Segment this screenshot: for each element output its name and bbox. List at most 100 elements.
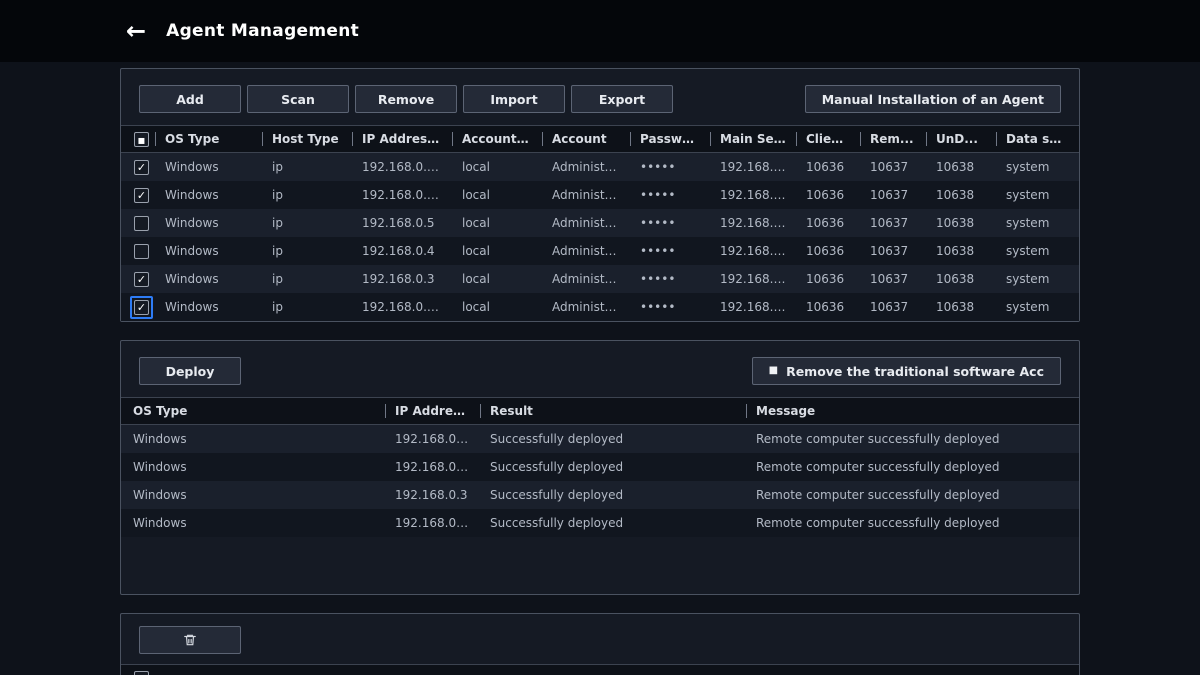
cell-result: Successfully deployed (490, 432, 624, 446)
cell-os_type: Windows (133, 488, 187, 502)
deploy-toolbar: Deploy ■ Remove the traditional software… (121, 341, 1079, 397)
agent-row[interactable]: Windows ip 192.168.0.14 local Administrator •… (121, 293, 1079, 321)
cell-account: Administrator (552, 188, 630, 202)
row-checkbox[interactable] (134, 272, 149, 287)
column-header-client[interactable]: Clien... (796, 126, 860, 152)
column-header-host-type[interactable]: Host Type (262, 126, 352, 152)
cell-client_port: 10636 (806, 216, 845, 230)
select-all-checkbox[interactable] (134, 132, 149, 147)
square-icon: ■ (768, 365, 779, 376)
cell-account_type: local (462, 300, 490, 314)
bottom-toolbar (121, 614, 1079, 664)
deploy-row[interactable]: Windows 192.168.0.13 Successfully deployed… (121, 453, 1079, 481)
row-checkbox[interactable] (134, 216, 149, 231)
remove-button[interactable]: Remove (355, 85, 457, 113)
row-checkbox[interactable] (134, 244, 149, 259)
cell-main_server: 192.168.0.9 (720, 160, 793, 174)
column-header-message[interactable]: Message (746, 398, 1079, 424)
agent-row[interactable]: Windows ip 192.168.0.3 local Administrator ••… (121, 265, 1079, 293)
agents-table-header: OS Type Host Type IP Address/... Account… (121, 125, 1079, 153)
cell-message: Remote computer successfully deployed (756, 516, 1000, 530)
cell-client_port: 10636 (806, 300, 845, 314)
checkbox-wrap (130, 268, 153, 291)
cell-host_type: ip (272, 216, 283, 230)
agent-row[interactable]: Windows ip 192.168.0.4 local Administrator ••… (121, 237, 1079, 265)
cell-data_source: system (1006, 216, 1050, 230)
cell-host_type: ip (272, 160, 283, 174)
column-header-ip-address[interactable]: IP Address/... (352, 126, 452, 152)
cell-und_port: 10638 (936, 188, 975, 202)
manual-install-button[interactable]: Manual Installation of an Agent (804, 85, 1061, 113)
cell-data_source: system (1006, 272, 1050, 286)
cell-remote_port: 10637 (870, 244, 909, 258)
scan-button[interactable]: Scan (247, 85, 349, 113)
column-header-password[interactable]: Passwo... (630, 126, 710, 152)
agents-panel: Add Scan Remove Import Export Manual Ins… (120, 68, 1080, 322)
checkbox-cell (121, 265, 155, 293)
cell-main_server: 192.168.0.9 (720, 216, 793, 230)
deploy-button[interactable]: Deploy (139, 357, 241, 385)
column-header-und[interactable]: UnD... (926, 126, 996, 152)
bottom-table-header (121, 664, 1079, 675)
row-checkbox[interactable] (134, 300, 149, 315)
checkbox-cell (121, 181, 155, 209)
column-header-os-type[interactable]: OS Type (121, 398, 385, 424)
bottom-select-all-cell (121, 665, 155, 675)
cell-account: Administrator (552, 160, 630, 174)
cell-password: ••••• (640, 160, 676, 174)
column-header-account[interactable]: Account (542, 126, 630, 152)
import-button[interactable]: Import (463, 85, 565, 113)
remove-traditional-button[interactable]: ■ Remove the traditional software Acc (751, 357, 1061, 385)
page-title: Agent Management (166, 21, 360, 41)
checkbox-cell (121, 293, 155, 321)
cell-und_port: 10638 (936, 272, 975, 286)
cell-main_server: 192.168.0.9 (720, 244, 793, 258)
cell-account_type: local (462, 160, 490, 174)
delete-button[interactable] (139, 626, 241, 654)
back-arrow-icon[interactable]: ← (126, 19, 146, 43)
column-header-ip-address[interactable]: IP Address... (385, 398, 480, 424)
cell-client_port: 10636 (806, 160, 845, 174)
column-header-os-type[interactable]: OS Type (155, 126, 262, 152)
column-header-rem[interactable]: Rem... (860, 126, 926, 152)
row-checkbox[interactable] (134, 188, 149, 203)
cell-data_source: system (1006, 188, 1050, 202)
deploy-row[interactable]: Windows 192.168.0.3 Successfully deployed R… (121, 481, 1079, 509)
row-checkbox[interactable] (134, 160, 149, 175)
cell-main_server: 192.168.0.9 (720, 188, 793, 202)
agents-table-body: Windows ip 192.168.0.12 local Administrator •… (121, 153, 1079, 321)
cell-result: Successfully deployed (490, 460, 624, 474)
checkbox-wrap (130, 184, 153, 207)
bottom-select-all-checkbox[interactable] (134, 671, 149, 675)
cell-ip: 192.168.0.14 (362, 300, 443, 314)
cell-account_type: local (462, 216, 490, 230)
cell-ip: 192.168.0.12 (362, 160, 443, 174)
cell-password: ••••• (640, 188, 676, 202)
bottom-panel (120, 613, 1080, 675)
agent-row[interactable]: Windows ip 192.168.0.5 local Administrator ••… (121, 209, 1079, 237)
agent-row[interactable]: Windows ip 192.168.0.13 local Administrator •… (121, 181, 1079, 209)
cell-os_type: Windows (133, 516, 187, 530)
cell-host_type: ip (272, 188, 283, 202)
add-button[interactable]: Add (139, 85, 241, 113)
deploy-row[interactable]: Windows 192.168.0.14 Successfully deployed… (121, 509, 1079, 537)
cell-remote_port: 10637 (870, 160, 909, 174)
column-header-data-source[interactable]: Data so... (996, 126, 1079, 152)
cell-account_type: local (462, 244, 490, 258)
cell-message: Remote computer successfully deployed (756, 460, 1000, 474)
cell-data_source: system (1006, 244, 1050, 258)
agent-row[interactable]: Windows ip 192.168.0.12 local Administrator •… (121, 153, 1079, 181)
column-header-main-server[interactable]: Main Ser... (710, 126, 796, 152)
column-header-result[interactable]: Result (480, 398, 746, 424)
export-button[interactable]: Export (571, 85, 673, 113)
cell-os_type: Windows (165, 160, 219, 174)
column-header-account-type[interactable]: Account ... (452, 126, 542, 152)
cell-ip: 192.168.0.3 (362, 272, 435, 286)
top-bar: ← Agent Management (0, 0, 1200, 62)
cell-ip: 192.168.0.12 (395, 432, 476, 446)
cell-result: Successfully deployed (490, 488, 624, 502)
select-all-cell (121, 126, 155, 152)
deploy-row[interactable]: Windows 192.168.0.12 Successfully deployed… (121, 425, 1079, 453)
cell-und_port: 10638 (936, 160, 975, 174)
deploy-table-body: Windows 192.168.0.12 Successfully deployed… (121, 425, 1079, 537)
